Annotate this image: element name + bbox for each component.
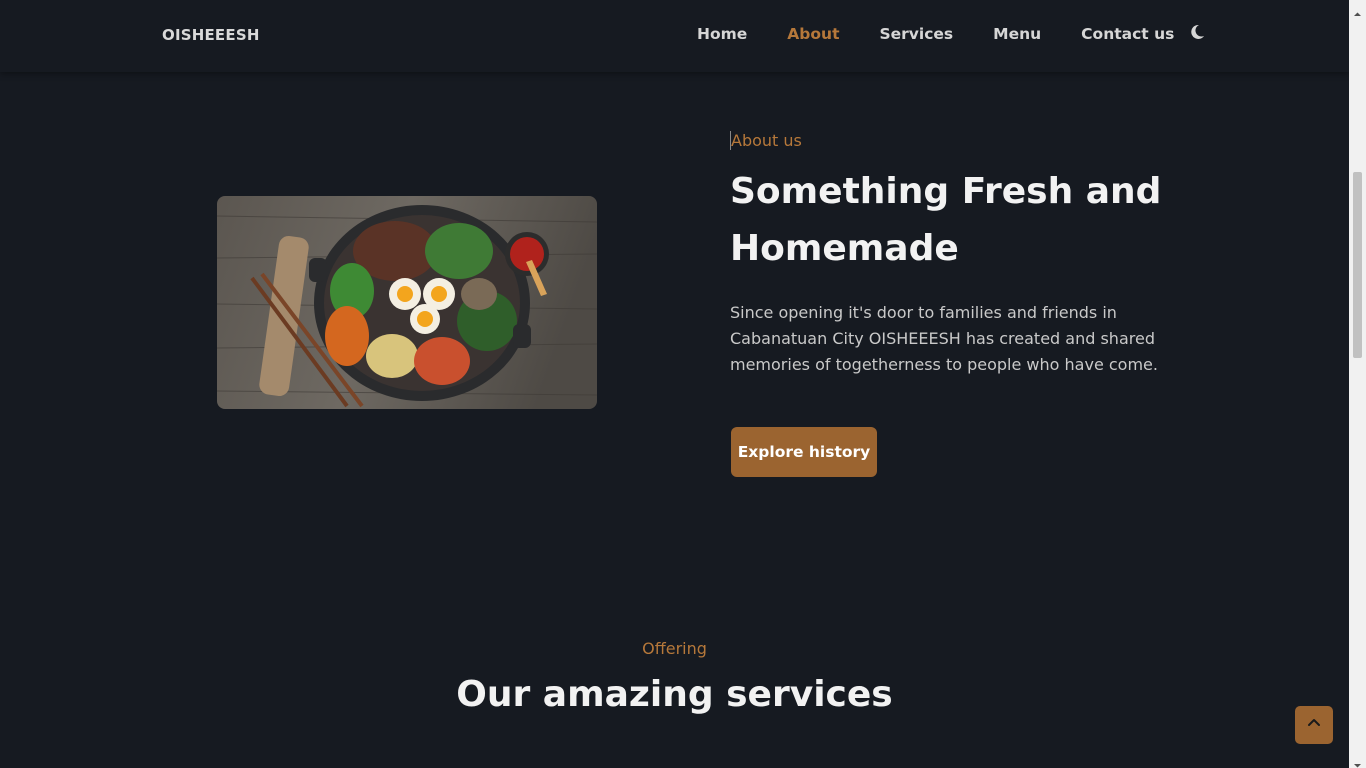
scroll-arrow-down-icon[interactable]	[1353, 755, 1362, 768]
page-scrollbar[interactable]	[1349, 0, 1366, 768]
scroll-up-button[interactable]	[1295, 706, 1333, 744]
site-logo[interactable]: OISHEEESH	[162, 26, 260, 44]
explore-history-button[interactable]: Explore history	[731, 427, 877, 477]
services-title: Our amazing services	[456, 674, 893, 715]
moon-icon[interactable]	[1190, 23, 1206, 41]
services-subtitle: Offering	[642, 639, 707, 658]
site-header: OISHEEESH Home About Services Menu Conta…	[0, 0, 1349, 72]
nav-contact[interactable]: Contact us	[1081, 25, 1174, 43]
chevron-up-icon	[1306, 715, 1322, 735]
food-bowl-image	[217, 196, 597, 409]
nav-home[interactable]: Home	[697, 25, 747, 43]
about-subtitle: About us	[730, 131, 802, 150]
scrollbar-thumb[interactable]	[1353, 172, 1362, 358]
nav-services[interactable]: Services	[879, 25, 953, 43]
about-description: Since opening it's door to families and …	[730, 303, 1158, 374]
nav-menu[interactable]: Menu	[993, 25, 1041, 43]
scroll-arrow-up-icon[interactable]	[1353, 4, 1362, 16]
about-title: Something Fresh and Homemade	[730, 171, 1162, 269]
nav-about[interactable]: About	[787, 25, 839, 43]
main-nav: Home About Services Menu Contact us	[697, 23, 1206, 43]
